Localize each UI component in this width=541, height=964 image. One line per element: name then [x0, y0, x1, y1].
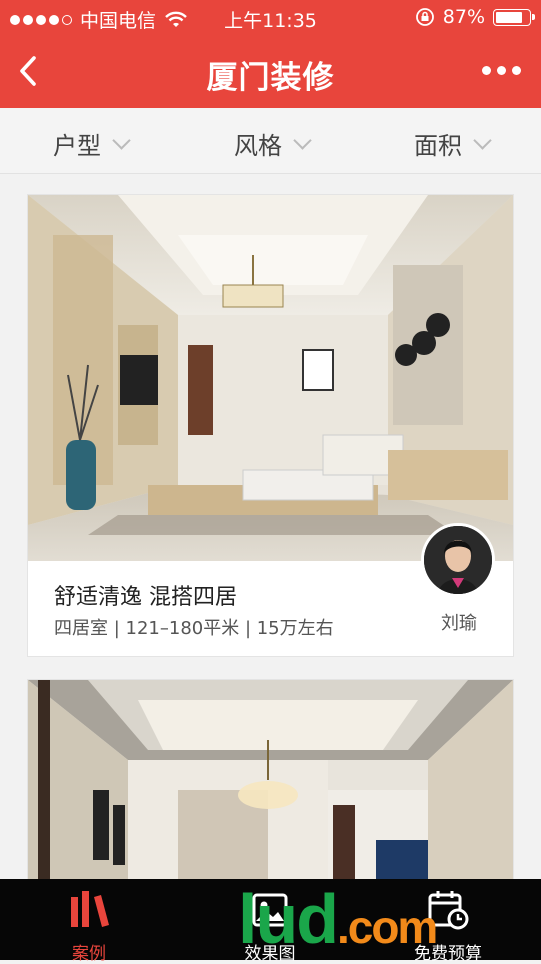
filter-house-type[interactable]: 户型 [53, 126, 131, 161]
watermark-text-orange: .com [336, 901, 438, 953]
case-photo [28, 195, 513, 561]
page-title: 厦门装修 [206, 60, 335, 96]
status-bar: 中国电信 上午11:35 87% [0, 0, 541, 34]
tab-label: 案例 [72, 944, 106, 964]
filter-bar: 户型 风格 面积 [0, 108, 541, 174]
chevron-down-icon [473, 131, 492, 150]
case-meta: 四居室 | 121–180平米 | 15万左右 [54, 618, 334, 639]
battery-icon [493, 8, 535, 26]
case-title: 舒适清逸 混搭四居 [54, 585, 237, 610]
rotation-lock-icon [415, 8, 434, 26]
tab-cases[interactable]: 案例 [29, 879, 149, 964]
filter-area[interactable]: 面积 [414, 126, 492, 161]
case-icon [71, 891, 109, 927]
filter-label: 户型 [53, 132, 101, 160]
designer-avatar[interactable] [421, 523, 495, 597]
watermark-text-green: lud [238, 880, 339, 958]
more-dots-icon [482, 66, 491, 75]
filter-label: 风格 [234, 132, 282, 160]
more-button[interactable] [482, 66, 521, 75]
designer-name: 刘瑜 [441, 613, 477, 634]
chevron-down-icon [293, 131, 312, 150]
chevron-down-icon [112, 131, 131, 150]
watermark-logo: lud.com [238, 884, 438, 962]
nav-bar: 厦门装修 [0, 34, 541, 108]
filter-style[interactable]: 风格 [234, 126, 312, 161]
filter-label: 面积 [414, 132, 462, 160]
battery-percent: 87% [442, 6, 485, 28]
case-card[interactable]: 舒适清逸 混搭四居 四居室 | 121–180平米 | 15万左右 刘瑜 [27, 194, 514, 657]
status-right: 87% [415, 6, 535, 28]
